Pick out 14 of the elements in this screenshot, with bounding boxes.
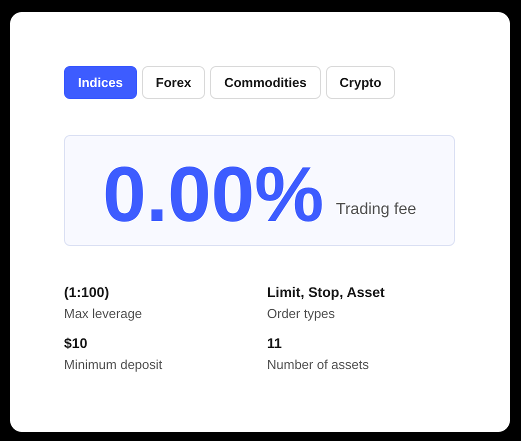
stat-value: 11 bbox=[267, 335, 283, 351]
stat-value: Limit, Stop, Asset bbox=[267, 284, 386, 300]
stat-label: Order types bbox=[267, 306, 336, 321]
stat-value: $10 bbox=[64, 335, 88, 351]
fee-value: 0.00% bbox=[102, 154, 324, 232]
fee-label: Trading fee bbox=[336, 201, 416, 219]
category-tab[interactable]: Indices bbox=[64, 66, 137, 99]
stat-value: (1:100) bbox=[64, 284, 110, 300]
stat-label: Max leverage bbox=[64, 306, 144, 321]
category-tab[interactable]: Forex bbox=[142, 66, 206, 99]
stat-label: Number of assets bbox=[267, 357, 370, 372]
category-tab[interactable]: Commodities bbox=[210, 66, 321, 99]
category-tab[interactable]: Crypto bbox=[326, 66, 396, 99]
stat-label: Minimum deposit bbox=[64, 357, 164, 372]
